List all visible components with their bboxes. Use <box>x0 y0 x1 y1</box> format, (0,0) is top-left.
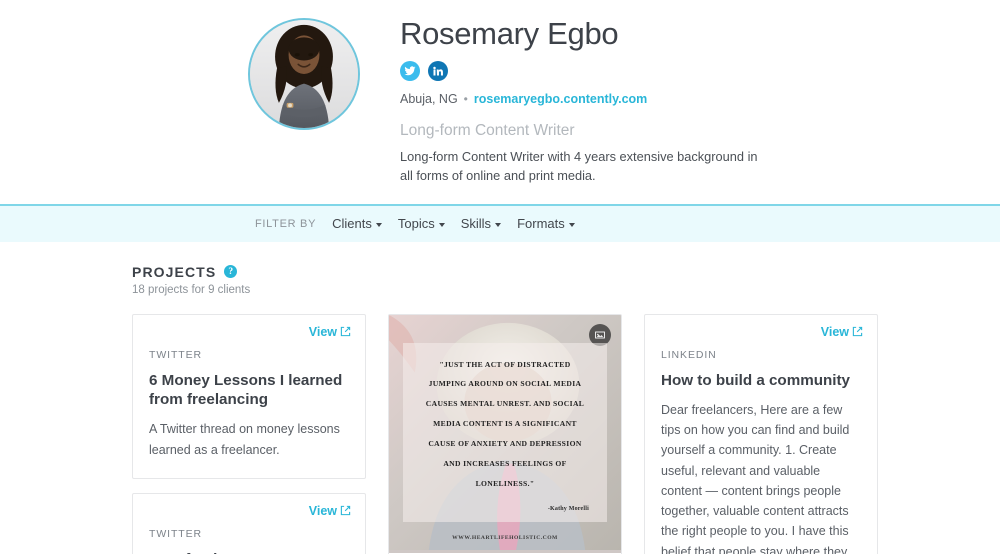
page-title: PROJECTS <box>132 263 217 280</box>
external-link-icon <box>340 326 351 337</box>
quote-line: LONELINESS." <box>475 478 535 488</box>
profile-info: Rosemary Egbo Abuja, NG • rosemaryegbo.c… <box>388 12 760 186</box>
projects-title-row: PROJECTS ? <box>132 264 1000 280</box>
external-link-icon <box>340 506 351 516</box>
filter-formats[interactable]: Formats <box>517 216 575 231</box>
project-source: TWITTER <box>149 527 202 540</box>
project-title: 6 Money Lessons I learned from freelanci… <box>149 371 343 408</box>
chevron-down-icon <box>568 222 575 227</box>
quote-line: AND INCREASES FEELINGS OF <box>443 458 567 468</box>
view-label: View <box>820 324 849 339</box>
projects-column-middle: "JUST THE ACT OF DISTRACTED JUMPING AROU… <box>388 313 622 554</box>
quote-watermark: WWW.HEARTLIFEHOLISTIC.COM <box>452 534 558 541</box>
quote-line: JUMPING AROUND ON SOCIAL MEDIA <box>428 379 582 389</box>
meta-separator: • <box>463 91 468 106</box>
view-project-link[interactable]: View <box>309 504 351 518</box>
profile-bio: Long-form Content Writer with 4 years ex… <box>400 148 758 184</box>
quote-overlay: "JUST THE ACT OF DISTRACTED JUMPING AROU… <box>403 342 607 522</box>
view-label: View <box>308 503 337 518</box>
profile-header: Rosemary Egbo Abuja, NG • rosemaryegbo.c… <box>0 0 1000 204</box>
chevron-down-icon <box>438 222 445 227</box>
filter-clients-label: Clients <box>332 216 372 232</box>
projects-column-left: View TWITTER 6 Money Lessons I learned f… <box>132 313 366 554</box>
linkedin-icon[interactable] <box>428 60 448 81</box>
avatar-wrapper <box>248 12 388 186</box>
filter-topics[interactable]: Topics <box>398 216 445 231</box>
avatar-photo <box>250 20 358 128</box>
project-card[interactable]: View TWITTER 6 Money Lessons I learned f… <box>132 313 366 479</box>
project-title: How to build a community <box>661 371 850 389</box>
help-icon[interactable]: ? <box>224 265 238 279</box>
view-project-link[interactable]: View <box>309 325 351 339</box>
project-source: LINKEDIN <box>661 348 717 361</box>
avatar[interactable] <box>248 18 360 130</box>
project-excerpt: Dear freelancers, Here are a few tips on… <box>661 402 850 554</box>
view-label: View <box>308 324 337 339</box>
chevron-down-icon <box>375 222 382 227</box>
project-source: TWITTER <box>149 348 202 361</box>
projects-header: PROJECTS ? 18 projects for 9 clients <box>132 264 1000 296</box>
projects-count: 18 projects for 9 clients <box>132 283 251 296</box>
filter-topics-label: Topics <box>397 216 435 232</box>
filter-skills[interactable]: Skills <box>460 216 502 232</box>
profile-location: Abuja, NG <box>400 91 458 106</box>
filter-formats-label: Formats <box>517 216 565 232</box>
project-image-card[interactable]: "JUST THE ACT OF DISTRACTED JUMPING AROU… <box>388 313 622 554</box>
filter-skills-label: Skills <box>460 216 492 232</box>
view-project-link[interactable]: View <box>821 325 863 339</box>
image-icon <box>595 331 605 339</box>
profile-website-link[interactable]: rosemaryegbo.contently.com <box>474 92 647 106</box>
profile-headline: Long-form Content Writer <box>400 121 575 139</box>
profile-name: Rosemary Egbo <box>400 16 619 51</box>
quote-line: CAUSES MENTAL UNREST. AND SOCIAL <box>425 399 585 409</box>
project-title: How freelancers can get high-paying clie… <box>149 550 349 554</box>
quote-author: -Kathy Morelli <box>547 505 589 512</box>
project-image: "JUST THE ACT OF DISTRACTED JUMPING AROU… <box>389 314 621 553</box>
profile-meta: Abuja, NG • rosemaryegbo.contently.com <box>400 92 760 106</box>
filter-clients[interactable]: Clients <box>332 216 382 231</box>
filter-by-label: FILTER BY <box>255 217 317 230</box>
filter-bar-inner: FILTER BY Clients Topics Skills Formats <box>255 216 575 231</box>
quote-line: MEDIA CONTENT IS A SIGNIFICANT <box>433 419 577 429</box>
projects-section: PROJECTS ? 18 projects for 9 clients Vie… <box>0 241 1000 554</box>
project-excerpt: A Twitter thread on money lessons learne… <box>149 422 340 457</box>
quote-line: CAUSE OF ANXIETY AND DEPRESSION <box>428 439 582 449</box>
project-card[interactable]: View LINKEDIN How to build a community D… <box>644 313 878 554</box>
social-links <box>400 60 760 81</box>
chevron-down-icon <box>495 222 502 227</box>
projects-column-right: View LINKEDIN How to build a community D… <box>644 313 878 554</box>
filter-bar: FILTER BY Clients Topics Skills Formats <box>0 203 1000 242</box>
external-link-icon <box>852 326 863 337</box>
twitter-icon[interactable] <box>400 60 420 81</box>
projects-grid: View TWITTER 6 Money Lessons I learned f… <box>132 313 878 554</box>
project-card[interactable]: View TWITTER How freelancers can get hig… <box>132 492 366 554</box>
quote-line: "JUST THE ACT OF DISTRACTED <box>439 359 571 369</box>
